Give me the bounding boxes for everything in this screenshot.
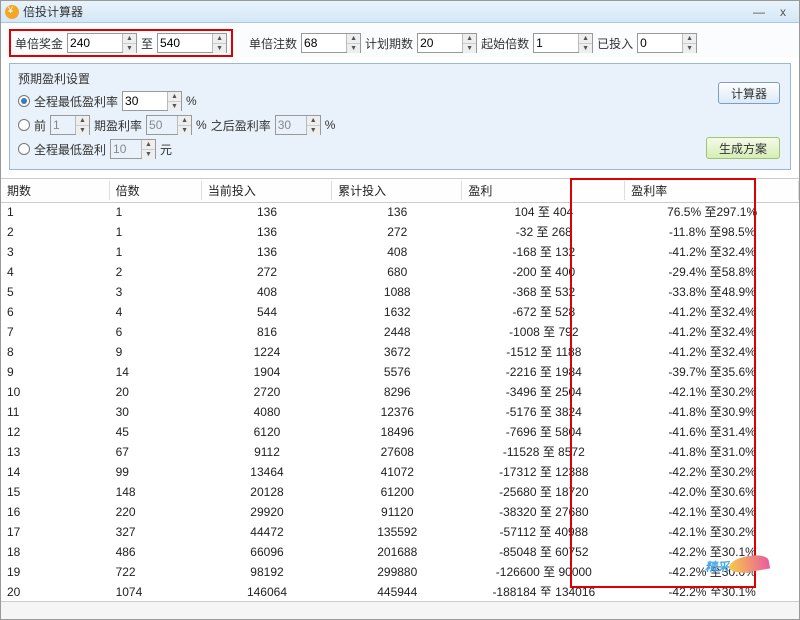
single-bets-label: 单倍注数 bbox=[249, 35, 297, 52]
toolbar: 单倍奖金 ▲▼ 至 ▲▼ 单倍注数 ▲▼ 计划期数 ▲▼ 起始倍数 ▲▼ 已投入… bbox=[1, 23, 799, 57]
table-row[interactable]: 11136136104 至 40476.5% 至297.1% bbox=[1, 203, 799, 223]
single-bets-spinner[interactable]: ▲▼ bbox=[301, 33, 361, 53]
table-row[interactable]: 21136272-32 至 268-11.8% 至98.5% bbox=[1, 223, 799, 243]
prize-range-highlight: 单倍奖金 ▲▼ 至 ▲▼ bbox=[9, 29, 233, 57]
results-table: 期数 倍数 当前投入 累计投入 盈利 盈利率 11136136104 至 404… bbox=[1, 178, 799, 596]
table-row[interactable]: 1130408012376-5176 至 3824-41.8% 至30.9% bbox=[1, 403, 799, 423]
radio-min-rate[interactable] bbox=[18, 95, 30, 107]
table-row[interactable]: 1848666096201688-85048 至 60752-42.2% 至30… bbox=[1, 543, 799, 563]
start-mult-spinner[interactable]: ▲▼ bbox=[533, 33, 593, 53]
close-button[interactable]: x bbox=[771, 5, 795, 19]
table-row[interactable]: 151482012861200-25680 至 18720-42.0% 至30.… bbox=[1, 483, 799, 503]
table-row[interactable]: 201074146064445944-188184 至 134016-42.2%… bbox=[1, 583, 799, 597]
down-icon[interactable]: ▼ bbox=[123, 44, 136, 53]
prize-from-spinner[interactable]: ▲▼ bbox=[67, 33, 137, 53]
radio-split-rate[interactable] bbox=[18, 119, 30, 131]
table-row[interactable]: 645441632-672 至 528-41.2% 至32.4% bbox=[1, 303, 799, 323]
table-row[interactable]: 162202992091120-38320 至 27680-42.1% 至30.… bbox=[1, 503, 799, 523]
titlebar: 倍投计算器 — x bbox=[1, 1, 799, 23]
statusbar bbox=[1, 601, 799, 619]
col-period[interactable]: 期数 bbox=[1, 179, 110, 203]
plan-periods-spinner[interactable]: ▲▼ bbox=[417, 33, 477, 53]
table-row[interactable]: 31136408-168 至 132-41.2% 至32.4% bbox=[1, 243, 799, 263]
table-row[interactable]: 1367911227608-11528 至 8572-41.8% 至31.0% bbox=[1, 443, 799, 463]
profit-settings-panel: 预期盈利设置 全程最低盈利率 ▲▼ % 前 ▲▼ 期盈利率 ▲▼ % 之后盈利率… bbox=[9, 63, 791, 170]
col-multiplier[interactable]: 倍数 bbox=[110, 179, 202, 203]
panel-title: 预期盈利设置 bbox=[18, 70, 782, 87]
table-row[interactable]: 8912243672-1512 至 1188-41.2% 至32.4% bbox=[1, 343, 799, 363]
table-row[interactable]: 1972298192299880-126600 至 90000-42.2% 至3… bbox=[1, 563, 799, 583]
plan-periods-label: 计划期数 bbox=[365, 35, 413, 52]
start-mult-label: 起始倍数 bbox=[481, 35, 529, 52]
prize-from-input[interactable] bbox=[68, 34, 122, 52]
invested-spinner[interactable]: ▲▼ bbox=[637, 33, 697, 53]
invested-label: 已投入 bbox=[597, 35, 633, 52]
window-title: 倍投计算器 bbox=[23, 3, 747, 20]
table-row[interactable]: 102027208296-3496 至 2504-42.1% 至30.2% bbox=[1, 383, 799, 403]
radio-min-profit[interactable] bbox=[18, 143, 30, 155]
col-profit-rate[interactable]: 盈利率 bbox=[625, 179, 799, 203]
prize-to-input[interactable] bbox=[158, 34, 212, 52]
generate-button[interactable]: 生成方案 bbox=[706, 137, 780, 159]
app-icon bbox=[5, 5, 19, 19]
table-row[interactable]: 768162448-1008 至 792-41.2% 至32.4% bbox=[1, 323, 799, 343]
table-row[interactable]: 14991346441072-17312 至 12388-42.2% 至30.2… bbox=[1, 463, 799, 483]
prize-to-spinner[interactable]: ▲▼ bbox=[157, 33, 227, 53]
results-table-wrap: 期数 倍数 当前投入 累计投入 盈利 盈利率 11136136104 至 404… bbox=[1, 178, 799, 596]
table-row[interactable]: 91419045576-2216 至 1984-39.7% 至35.6% bbox=[1, 363, 799, 383]
table-row[interactable]: 1245612018496-7696 至 5804-41.6% 至31.4% bbox=[1, 423, 799, 443]
col-profit[interactable]: 盈利 bbox=[462, 179, 625, 203]
col-cumulative[interactable]: 累计投入 bbox=[332, 179, 462, 203]
minimize-button[interactable]: — bbox=[747, 5, 771, 19]
single-prize-label: 单倍奖金 bbox=[15, 35, 63, 52]
col-current[interactable]: 当前投入 bbox=[202, 179, 332, 203]
table-row[interactable]: 1732744472135592-57112 至 40988-42.1% 至30… bbox=[1, 523, 799, 543]
up-icon[interactable]: ▲ bbox=[123, 34, 136, 44]
table-row[interactable]: 42272680-200 至 400-29.4% 至58.8% bbox=[1, 263, 799, 283]
calculator-button[interactable]: 计算器 bbox=[718, 82, 780, 104]
to-label: 至 bbox=[141, 35, 153, 52]
table-row[interactable]: 534081088-368 至 532-33.8% 至48.9% bbox=[1, 283, 799, 303]
